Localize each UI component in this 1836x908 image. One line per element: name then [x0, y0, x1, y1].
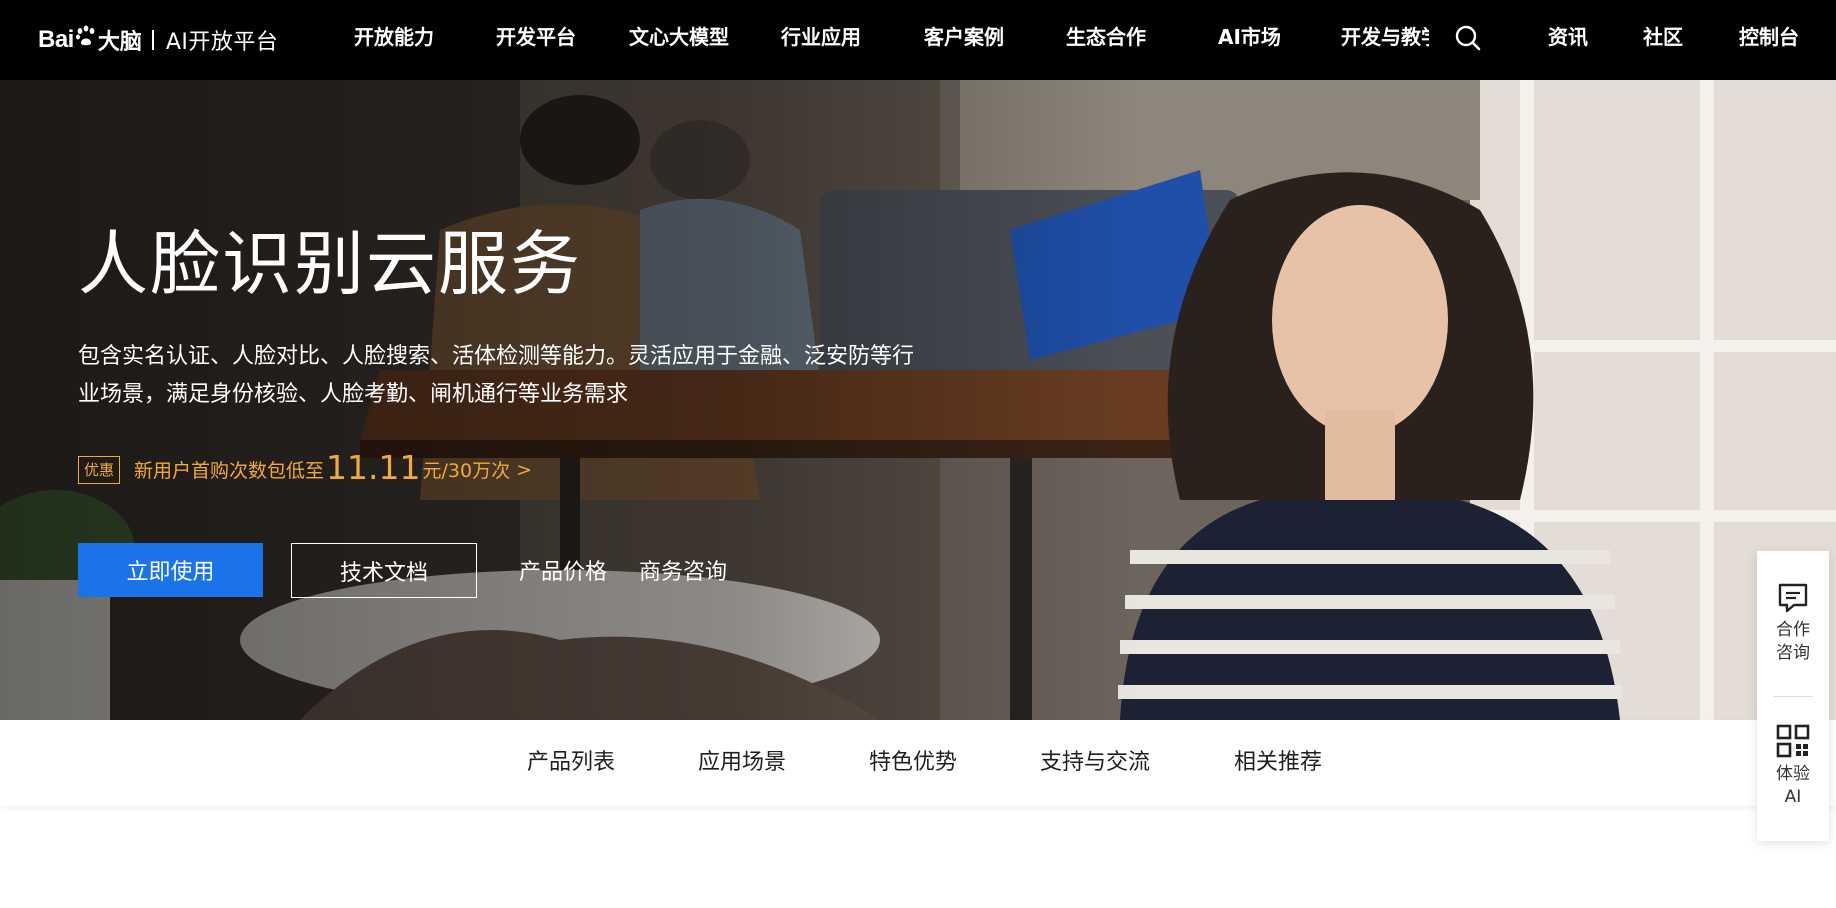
promo-badge: 优惠	[78, 455, 121, 484]
qr-code-icon	[1776, 724, 1810, 758]
nav-item-community[interactable]: 社区	[1643, 0, 1683, 80]
promo-link[interactable]: 优惠 新用户首购次数包低至 11.11 元/30万次 >	[78, 448, 533, 489]
try-ai-float-button[interactable]: 体验 AI	[1757, 723, 1829, 809]
product-price-link[interactable]: 产品价格	[519, 554, 607, 586]
tab-product-list[interactable]: 产品列表	[527, 720, 615, 806]
nav-item-ernie[interactable]: 文心大模型	[629, 0, 729, 80]
hero-description: 包含实名认证、人脸对比、人脸搜索、活体检测等能力。灵活应用于金融、泛安防等行 业…	[78, 338, 958, 414]
nav-item-news[interactable]: 资讯	[1548, 0, 1588, 80]
nav-item-industry[interactable]: 行业应用	[781, 0, 861, 80]
nav-item-cases[interactable]: 客户案例	[924, 0, 1004, 80]
promo-price: 11.11	[326, 448, 421, 487]
promo-unit: 元/30万次	[422, 460, 511, 482]
logo-platform-text: AI开放平台	[165, 30, 279, 55]
hero-description-line-2: 业场景，满足身份核验、人脸考勤、闸机通行等业务需求	[78, 382, 629, 407]
try-label-1: 体验	[1776, 764, 1810, 784]
tab-advantages[interactable]: 特色优势	[869, 720, 957, 806]
nav-item-dev-platform[interactable]: 开发平台	[496, 0, 576, 80]
tech-docs-button[interactable]: 技术文档	[291, 543, 477, 598]
consult-label-2: 咨询	[1776, 643, 1810, 663]
tab-scenarios[interactable]: 应用场景	[698, 720, 786, 806]
hero-description-line-1: 包含实名认证、人脸对比、人脸搜索、活体检测等能力。灵活应用于金融、泛安防等行	[78, 344, 915, 369]
nav-item-ecosystem[interactable]: 生态合作	[1066, 0, 1146, 80]
chat-icon	[1778, 583, 1808, 613]
nav-item-console[interactable]: 控制台	[1739, 0, 1799, 80]
baidu-paw-icon	[75, 25, 95, 46]
use-now-button[interactable]: 立即使用	[78, 543, 263, 597]
float-divider	[1773, 696, 1813, 697]
consult-label-1: 合作	[1776, 620, 1810, 640]
tab-support[interactable]: 支持与交流	[1040, 720, 1150, 806]
logo-du-text: 大脑	[97, 30, 142, 55]
chevron-right-icon: >	[516, 458, 533, 481]
floating-side-panel: 合作 咨询 体验 AI	[1757, 551, 1829, 841]
try-label-2: AI	[1784, 787, 1802, 807]
hero-banner: 人脸识别云服务 包含实名认证、人脸对比、人脸搜索、活体检测等能力。灵活应用于金融…	[0, 80, 1836, 720]
tab-recommend[interactable]: 相关推荐	[1234, 720, 1322, 806]
logo-separator	[151, 30, 154, 50]
promo-text: 新用户首购次数包低至	[134, 460, 325, 482]
page-title: 人脸识别云服务	[78, 223, 582, 305]
nav-item-open-capabilities[interactable]: 开放能力	[354, 0, 434, 80]
search-icon[interactable]	[1454, 24, 1482, 52]
consult-float-button[interactable]: 合作 咨询	[1757, 581, 1829, 665]
section-tabs: 产品列表 应用场景 特色优势 支持与交流 相关推荐	[0, 720, 1836, 806]
top-navigation-bar: Bai 大脑 AI开放平台 开放能力 开发平台 文心大模型 行业应用 客户案例 …	[0, 0, 1836, 80]
nav-item-ai-market[interactable]: AI市场	[1218, 0, 1281, 80]
logo-bai-text: Bai	[38, 26, 74, 53]
nav-item-dev-teaching[interactable]: 开发与教学	[1341, 0, 1429, 80]
baidu-ai-logo[interactable]: Bai 大脑 AI开放平台	[38, 0, 278, 80]
business-consult-link[interactable]: 商务咨询	[639, 554, 727, 586]
